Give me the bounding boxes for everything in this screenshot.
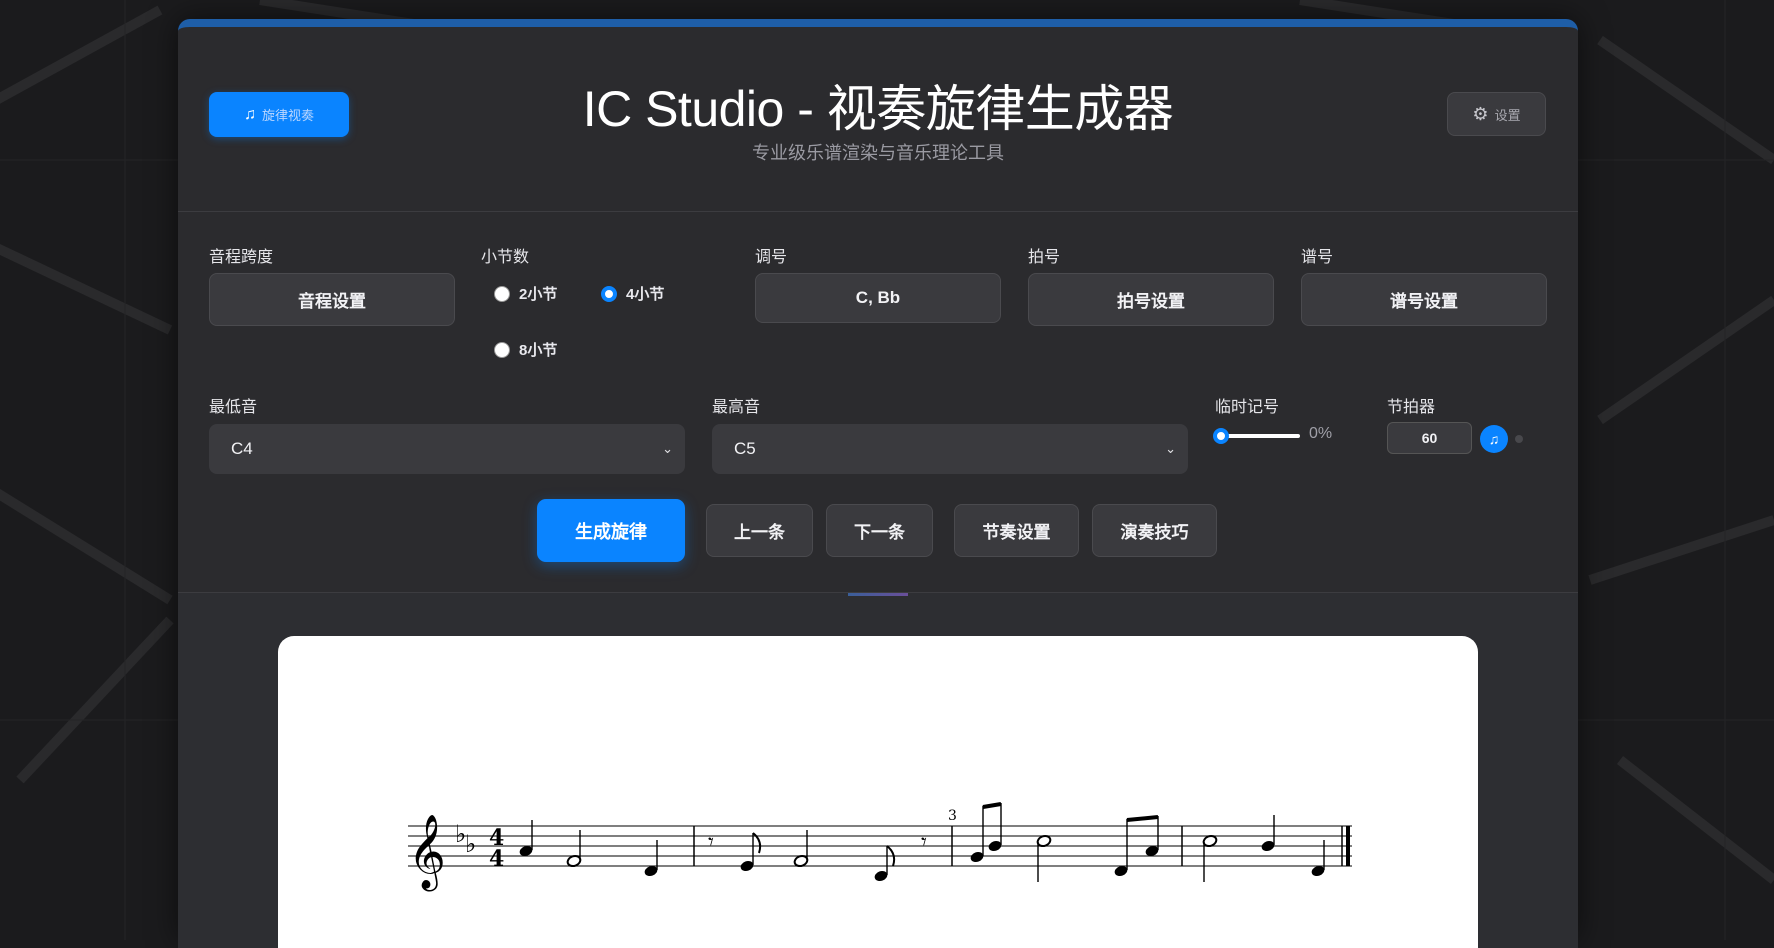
- note-d4-eighth: [740, 832, 762, 872]
- header: ♫ 旋律视奏 IC Studio - 视奏旋律生成器 专业级乐谱渲染与音乐理论工…: [178, 27, 1578, 212]
- chevron-down-icon: ⌄: [1165, 441, 1176, 456]
- page-subtitle: 专业级乐谱渲染与音乐理论工具: [752, 143, 1004, 163]
- key-flat-eb: ♭: [465, 830, 476, 858]
- clef-label: 谱号: [1301, 249, 1334, 266]
- highest-note-select[interactable]: C5 ⌄: [712, 424, 1188, 474]
- radio-button[interactable]: [494, 285, 510, 302]
- note-g4-eighth-triplet: [988, 803, 1002, 852]
- accidentals-slider-thumb[interactable]: [1213, 428, 1229, 444]
- metronome-beat-indicator: [1515, 435, 1523, 443]
- measures-label: 小节数: [481, 249, 530, 266]
- gear-icon: ⚙: [1472, 103, 1489, 124]
- main-panel: ♫ 旋律视奏 IC Studio - 视奏旋律生成器 专业级乐谱渲染与音乐理论工…: [178, 19, 1578, 948]
- accidentals-label: 临时记号: [1215, 399, 1280, 416]
- next-button[interactable]: 下一条: [826, 504, 933, 557]
- music-note-icon: ♫: [1488, 431, 1500, 447]
- bpm-input[interactable]: 60: [1387, 422, 1472, 454]
- note-d4-eighth-triplet: [970, 806, 984, 863]
- lowest-note-select[interactable]: C4 ⌄: [209, 424, 685, 474]
- time-signature-settings-button[interactable]: 拍号设置: [1028, 273, 1274, 326]
- interval-span-label: 音程跨度: [209, 249, 274, 266]
- eighth-rest-icon: 𝄾: [708, 830, 714, 855]
- radio-label: 2小节: [519, 286, 558, 303]
- note-g4-quarter: [1261, 815, 1275, 852]
- key-signature-label: 调号: [755, 249, 788, 266]
- divider-accent: [848, 593, 908, 596]
- highest-note-value: C5: [734, 439, 756, 458]
- chevron-down-icon: ⌄: [662, 441, 673, 456]
- note-c4-eighth: [874, 845, 896, 882]
- interval-settings-button[interactable]: 音程设置: [209, 273, 455, 326]
- treble-clef-icon: 𝄞: [408, 815, 446, 892]
- key-signature-button[interactable]: C, Bb: [755, 273, 1001, 323]
- settings-button[interactable]: ⚙ 设置: [1447, 92, 1546, 136]
- rhythm-settings-button[interactable]: 节奏设置: [954, 504, 1079, 557]
- final-barline: [1346, 826, 1350, 866]
- note-e4-eighth: [1145, 816, 1159, 857]
- clef-settings-button[interactable]: 谱号设置: [1301, 273, 1547, 326]
- note-bb4-half-triplet: [1036, 834, 1052, 882]
- note-bb4-half: [1202, 834, 1218, 882]
- metronome-label: 节拍器: [1387, 399, 1436, 416]
- measures-option-8[interactable]: 8小节: [494, 339, 557, 360]
- accidentals-slider-track[interactable]: [1220, 434, 1300, 438]
- note-c4-eighth: [1114, 819, 1128, 877]
- lowest-note-label: 最低音: [209, 399, 258, 416]
- radio-button-selected[interactable]: [601, 285, 617, 302]
- accidentals-value: 0%: [1309, 425, 1333, 442]
- time-sig-denominator: 4: [489, 846, 504, 872]
- measures-option-4[interactable]: 4小节: [601, 283, 664, 304]
- music-staff: 𝄞 ♭ ♭ 4 4 𝄾 𝄾 3: [408, 802, 1352, 892]
- radio-label: 8小节: [519, 342, 558, 359]
- time-signature-label: 拍号: [1028, 249, 1061, 266]
- eighth-rest-icon: 𝄾: [921, 830, 927, 855]
- score-card: 𝄞 ♭ ♭ 4 4 𝄾 𝄾 3: [278, 636, 1478, 948]
- previous-button[interactable]: 上一条: [706, 504, 813, 557]
- page-title: IC Studio - 视奏旋律生成器: [582, 81, 1174, 137]
- metronome-toggle-button[interactable]: ♫: [1480, 425, 1508, 453]
- generate-melody-button[interactable]: 生成旋律: [537, 499, 685, 562]
- techniques-button[interactable]: 演奏技巧: [1092, 504, 1217, 557]
- lowest-note-value: C4: [231, 439, 253, 458]
- tuplet-label: 3: [948, 808, 957, 824]
- beam: [982, 802, 1002, 809]
- settings-button-label: 设置: [1494, 107, 1521, 123]
- radio-button[interactable]: [494, 341, 510, 358]
- highest-note-label: 最高音: [712, 399, 761, 416]
- measures-option-2[interactable]: 2小节: [494, 283, 557, 304]
- radio-label: 4小节: [626, 286, 665, 303]
- beam: [1126, 815, 1159, 822]
